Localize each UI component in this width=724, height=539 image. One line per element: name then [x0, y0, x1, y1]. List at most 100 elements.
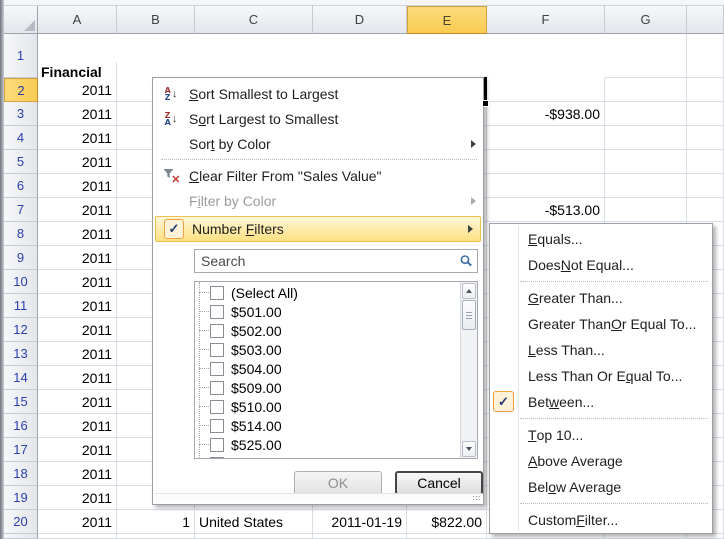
row-header-3[interactable]: 3 [4, 102, 38, 126]
panel-resize-strip[interactable] [154, 493, 482, 503]
cell-a7[interactable]: 2011 [38, 198, 117, 222]
submenu-item-greater-than-or-equal-to[interactable]: Greater Than Or Equal To... [490, 311, 712, 337]
cell-g6[interactable] [605, 174, 687, 198]
checkbox[interactable] [210, 305, 224, 319]
row-header-21[interactable] [4, 534, 38, 539]
cell-c20[interactable]: United States [195, 510, 313, 534]
row-header-1[interactable]: 1 [4, 34, 38, 78]
cell-h5[interactable] [687, 150, 724, 174]
menu-item-filter-by-color[interactable]: Filter by Color [153, 188, 483, 213]
row-header-11[interactable]: 11 [4, 294, 38, 318]
row-header-9[interactable]: 9 [4, 246, 38, 270]
menu-item-sort-by-color[interactable]: Sort by Color [153, 131, 483, 156]
cell-g5[interactable] [605, 150, 687, 174]
cell-h2[interactable] [687, 78, 724, 102]
row-header-8[interactable]: 8 [4, 222, 38, 246]
row-header-6[interactable]: 6 [4, 174, 38, 198]
cell-a10[interactable]: 2011 [38, 270, 117, 294]
row-header-14[interactable]: 14 [4, 366, 38, 390]
column-header-a[interactable]: A [38, 6, 117, 34]
list-item[interactable]: $525.00 [195, 435, 460, 454]
scroll-down-button[interactable] [462, 441, 476, 457]
cell-a18[interactable]: 2011 [38, 462, 117, 486]
cell-h6[interactable] [687, 174, 724, 198]
cell-a17[interactable]: 2011 [38, 438, 117, 462]
cell-f7[interactable]: -$513.00 [487, 198, 605, 222]
cancel-button[interactable]: Cancel [395, 471, 483, 495]
list-item[interactable]: $503.00 [195, 340, 460, 359]
cell-g3[interactable] [605, 102, 687, 126]
menu-item-clear-filter-from-sales-value[interactable]: ✕Clear Filter From "Sales Value" [153, 163, 483, 188]
row-header-17[interactable]: 17 [4, 438, 38, 462]
cell-a12[interactable]: 2011 [38, 318, 117, 342]
list-item[interactable]: $509.00 [195, 378, 460, 397]
checkbox[interactable] [210, 438, 224, 452]
cell-a20[interactable]: 2011 [38, 510, 117, 534]
submenu-item-less-than-or-equal-to[interactable]: Less Than Or Equal To... [490, 363, 712, 389]
header-cell-empty[interactable] [687, 34, 724, 78]
cell-partial-row21[interactable] [38, 534, 117, 539]
checkbox[interactable] [210, 362, 224, 376]
row-header-13[interactable]: 13 [4, 342, 38, 366]
cell-g4[interactable] [605, 126, 687, 150]
cell-partial-row21[interactable] [605, 534, 687, 539]
cell-e20[interactable]: $822.00 [407, 510, 487, 534]
select-all-corner[interactable] [4, 6, 38, 34]
column-header-b[interactable]: B [117, 6, 195, 34]
row-header-7[interactable]: 7 [4, 198, 38, 222]
checkbox[interactable] [210, 400, 224, 414]
cell-a2[interactable]: 2011 [38, 78, 117, 102]
cell-a11[interactable]: 2011 [38, 294, 117, 318]
cell-a4[interactable]: 2011 [38, 126, 117, 150]
submenu-item-above-average[interactable]: Above Average [490, 448, 712, 474]
cell-f2[interactable] [487, 78, 605, 102]
column-header-f[interactable]: F [487, 6, 605, 34]
cell-f4[interactable] [487, 126, 605, 150]
cell-a9[interactable]: 2011 [38, 246, 117, 270]
row-header-19[interactable]: 19 [4, 486, 38, 510]
list-item[interactable]: $504.00 [195, 359, 460, 378]
cell-a3[interactable]: 2011 [38, 102, 117, 126]
cell-a15[interactable]: 2011 [38, 390, 117, 414]
list-item[interactable]: (Select All) [195, 283, 460, 302]
column-header-e[interactable]: E [407, 6, 487, 34]
submenu-item-equals[interactable]: Equals... [490, 226, 712, 252]
column-header-d[interactable]: D [313, 6, 407, 34]
column-header-partial[interactable] [687, 6, 724, 34]
submenu-item-between[interactable]: ✓Between... [490, 389, 712, 415]
cell-a16[interactable]: 2011 [38, 414, 117, 438]
cell-a8[interactable]: 2011 [38, 222, 117, 246]
cell-h4[interactable] [687, 126, 724, 150]
row-header-20[interactable]: 20 [4, 510, 38, 534]
checkbox[interactable] [210, 286, 224, 300]
cell-partial-row21[interactable] [687, 534, 724, 539]
row-header-12[interactable]: 12 [4, 318, 38, 342]
list-item[interactable]: $502.00 [195, 321, 460, 340]
cell-g2[interactable] [605, 78, 687, 102]
cell-d20[interactable]: 2011-01-19 [313, 510, 407, 534]
cell-partial-row21[interactable] [117, 534, 195, 539]
list-item[interactable]: $510.00 [195, 397, 460, 416]
cell-partial-row21[interactable] [487, 534, 605, 539]
row-header-10[interactable]: 10 [4, 270, 38, 294]
list-item[interactable]: $514.00 [195, 416, 460, 435]
cell-a5[interactable]: 2011 [38, 150, 117, 174]
cell-a6[interactable]: 2011 [38, 174, 117, 198]
cell-a13[interactable]: 2011 [38, 342, 117, 366]
cell-g7[interactable] [605, 198, 687, 222]
checkbox[interactable] [210, 324, 224, 338]
list-item[interactable]: $501.00 [195, 302, 460, 321]
search-input[interactable] [199, 252, 459, 270]
submenu-item-top-10[interactable]: Top 10... [490, 422, 712, 448]
cell-a19[interactable]: 2011 [38, 486, 117, 510]
scroll-up-button[interactable] [462, 283, 476, 299]
menu-item-sort-smallest-to-largest[interactable]: AZ↓Sort Smallest to Largest [153, 81, 483, 106]
row-header-15[interactable]: 15 [4, 390, 38, 414]
submenu-item-greater-than[interactable]: Greater Than... [490, 285, 712, 311]
list-scrollbar[interactable] [460, 282, 477, 458]
checkbox[interactable] [210, 343, 224, 357]
cell-partial-row21[interactable] [195, 534, 313, 539]
scrollbar-thumb[interactable] [462, 300, 476, 330]
cell-partial-row21[interactable] [313, 534, 407, 539]
submenu-item-below-average[interactable]: Below Average [490, 474, 712, 500]
